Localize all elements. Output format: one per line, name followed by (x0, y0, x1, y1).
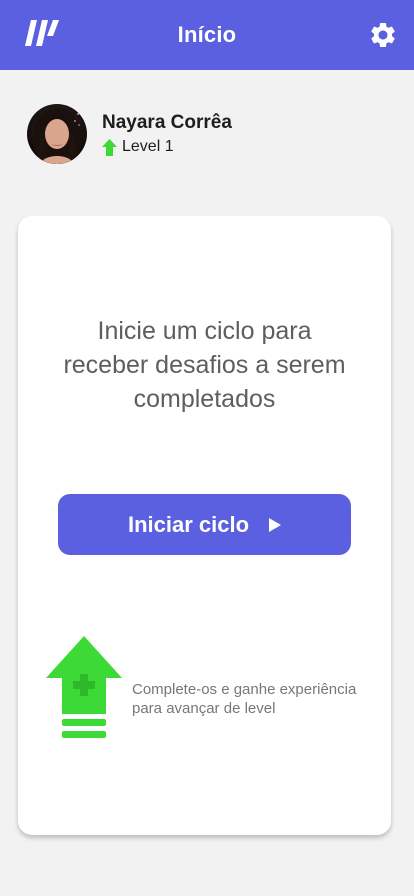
level-label: Level 1 (122, 138, 174, 155)
user-name: Nayara Corrêa (102, 112, 232, 133)
avatar-photo (27, 104, 87, 164)
level-indicator: Level 1 (102, 137, 232, 157)
hint-text: Complete-os e ganhe experiência para ava… (132, 681, 357, 717)
card-message: Inicie um ciclo para receber desafios a … (63, 317, 346, 413)
arrow-up-icon (102, 138, 117, 156)
start-cycle-card: Inicie um ciclo para receber desafios a … (18, 216, 391, 835)
user-profile: Nayara Corrêa Level 1 (27, 104, 232, 164)
start-cycle-label: Iniciar ciclo (127, 511, 250, 537)
gear-icon[interactable] (368, 20, 398, 50)
logo-icon (25, 20, 59, 46)
play-icon (269, 517, 282, 532)
start-cycle-button[interactable]: Iniciar ciclo (58, 494, 351, 555)
page-title: Início (177, 22, 237, 47)
avatar[interactable] (27, 104, 87, 164)
profile-details: Nayara Corrêa Level 1 (102, 111, 232, 157)
app-header: Início (0, 0, 414, 70)
level-up-arrow-icon (46, 636, 122, 738)
